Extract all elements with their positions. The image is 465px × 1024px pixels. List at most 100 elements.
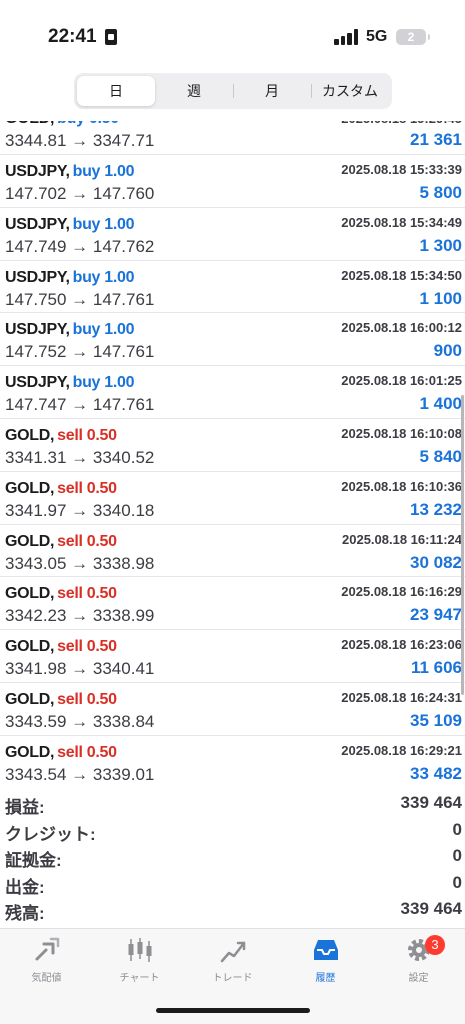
- trade-row[interactable]: GOLD, sell 0.50 2025.08.18 16:24:31 3343.…: [0, 683, 465, 736]
- trade-side: buy 0.50: [57, 115, 119, 127]
- trade-date: 2025.08.18 15:29:45: [341, 115, 462, 126]
- trade-price: 3343.59 → 3338.84: [5, 711, 155, 731]
- tab-label: 履歴: [315, 973, 336, 984]
- tab-chart[interactable]: チャート: [93, 935, 186, 984]
- network-type: 5G: [366, 28, 388, 45]
- trade-row[interactable]: GOLD, sell 0.50 2025.08.18 16:11:24 3343.…: [0, 525, 465, 578]
- tab-month[interactable]: 月: [233, 76, 311, 106]
- trade-row[interactable]: GOLD, sell 0.50 2025.08.18 16:10:36 3341.…: [0, 472, 465, 525]
- trade-side: sell 0.50: [57, 743, 117, 761]
- trade-price: 147.702 → 147.760: [5, 184, 155, 203]
- tab-history[interactable]: 履歴: [279, 935, 372, 984]
- trade-symbol: USDJPY, buy 1.00: [5, 163, 135, 180]
- trade-price: 3343.54 → 3339.01: [5, 764, 155, 784]
- trade-side: sell 0.50: [57, 479, 117, 497]
- summary-row-withdrawal: 出金: 0: [0, 870, 465, 897]
- trade-profit: 35 109: [410, 710, 462, 730]
- tab-label: 設定: [408, 973, 429, 984]
- tab-settings[interactable]: 3 設定: [372, 935, 465, 984]
- trade-symbol: GOLD, sell 0.50: [5, 743, 117, 761]
- trade-profit: 1 100: [419, 288, 462, 308]
- trade-date: 2025.08.18 16:23:06: [341, 637, 462, 653]
- trade-row[interactable]: USDJPY, buy 1.00 2025.08.18 15:34:49 147.…: [0, 208, 465, 261]
- trade-side: sell 0.50: [57, 585, 117, 603]
- summary-label: 出金:: [5, 877, 45, 897]
- tab-custom[interactable]: カスタム: [311, 76, 389, 106]
- account-summary: 損益: 339 464 クレジット: 0 証拠金: 0 出金: 0 残高: 33…: [0, 790, 465, 923]
- trade-side: sell 0.50: [57, 690, 117, 708]
- trade-symbol: GOLD, sell 0.50: [5, 532, 117, 550]
- tab-trade[interactable]: トレード: [186, 935, 279, 984]
- tab-quotes[interactable]: 気配値: [0, 935, 93, 984]
- tab-label: トレード: [212, 973, 253, 984]
- summary-row-profit: 損益: 339 464: [0, 790, 465, 817]
- summary-row-balance: 残高: 339 464: [0, 896, 465, 923]
- trade-date: 2025.08.18 15:34:49: [341, 214, 462, 230]
- tab-week[interactable]: 週: [155, 76, 233, 106]
- scrollbar[interactable]: [461, 395, 464, 695]
- trade-symbol: USDJPY, buy 1.00: [5, 374, 135, 392]
- trade-price: 3342.23 → 3338.99: [5, 606, 155, 626]
- trade-date: 2025.08.18 16:24:31: [341, 689, 462, 705]
- trade-price: 147.749 → 147.762: [5, 236, 155, 256]
- trade-side: buy 1.00: [72, 374, 135, 392]
- summary-label: 残高:: [5, 904, 45, 923]
- trade-row[interactable]: GOLD, buy 0.50 2025.08.18 15:29:45 3344.8…: [0, 115, 465, 155]
- trade-date: 2025.08.18 16:00:12: [341, 320, 462, 336]
- trade-icon: [220, 941, 245, 963]
- trade-profit: 1 400: [419, 394, 462, 414]
- trade-row[interactable]: USDJPY, buy 1.00 2025.08.18 16:00:12 147.…: [0, 313, 465, 367]
- trade-profit: 5 800: [419, 183, 462, 202]
- tab-label: チャート: [119, 973, 160, 984]
- signal-icon: [334, 28, 360, 45]
- trade-date: 2025.08.18 16:01:25: [341, 373, 462, 389]
- trade-price: 3343.05 → 3338.98: [5, 553, 155, 573]
- summary-value: 339 464: [400, 793, 462, 812]
- trade-symbol: GOLD, sell 0.50: [5, 479, 117, 497]
- trade-symbol: USDJPY, buy 1.00: [5, 268, 135, 286]
- trade-side: sell 0.50: [57, 426, 117, 444]
- trade-profit: 33 482: [410, 763, 462, 783]
- trade-profit: 21 361: [410, 130, 462, 149]
- summary-value: 0: [452, 846, 462, 865]
- trade-symbol: GOLD, sell 0.50: [5, 426, 117, 444]
- trade-price: 3341.98 → 3340.41: [5, 659, 155, 679]
- trade-side: buy 1.00: [72, 215, 135, 233]
- trade-date: 2025.08.18 15:33:39: [341, 162, 462, 177]
- summary-value: 339 464: [400, 899, 462, 918]
- history-icon: [313, 940, 338, 960]
- trade-symbol: USDJPY, buy 1.00: [5, 321, 135, 339]
- trade-price: 147.752 → 147.761: [5, 342, 155, 362]
- summary-row-credit: クレジット: 0: [0, 817, 465, 844]
- trade-history-list[interactable]: GOLD, buy 0.50 2025.08.18 15:29:45 3344.8…: [0, 115, 465, 787]
- screen-lock-icon: [105, 29, 117, 45]
- trade-profit: 1 300: [419, 235, 462, 255]
- trade-row[interactable]: USDJPY, buy 1.00 2025.08.18 16:01:25 147.…: [0, 366, 465, 419]
- trade-side: buy 1.00: [72, 163, 135, 180]
- summary-value: 0: [452, 819, 462, 839]
- trade-row[interactable]: GOLD, sell 0.50 2025.08.18 16:16:29 3342.…: [0, 577, 465, 631]
- period-segmented-control: 日 週 月 カスタム: [74, 73, 392, 109]
- summary-value: 0: [452, 872, 462, 892]
- home-indicator: [156, 1008, 310, 1013]
- trade-row[interactable]: GOLD, sell 0.50 2025.08.18 16:10:08 3341.…: [0, 419, 465, 472]
- trade-row[interactable]: GOLD, sell 0.50 2025.08.18 16:29:21 3343.…: [0, 736, 465, 787]
- trade-side: sell 0.50: [57, 638, 117, 656]
- status-bar: 22:41 5G 2: [0, 0, 465, 70]
- summary-label: クレジット:: [5, 824, 96, 844]
- trade-date: 2025.08.18 16:16:29: [341, 584, 462, 600]
- trade-date: 2025.08.18 16:10:36: [341, 478, 462, 494]
- trade-date: 2025.08.18 16:11:24: [342, 531, 462, 547]
- summary-label: 証拠金:: [5, 851, 62, 870]
- trade-price: 3341.97 → 3340.18: [5, 500, 155, 520]
- trade-price: 147.750 → 147.761: [5, 289, 155, 309]
- battery-icon: 2: [396, 29, 430, 45]
- trade-row[interactable]: USDJPY, buy 1.00 2025.08.18 15:33:39 147.…: [0, 155, 465, 208]
- tab-day[interactable]: 日: [77, 76, 155, 106]
- trade-profit: 13 232: [410, 499, 462, 519]
- trade-date: 2025.08.18 15:34:50: [341, 267, 462, 283]
- trade-row[interactable]: GOLD, sell 0.50 2025.08.18 16:23:06 3341.…: [0, 630, 465, 683]
- trade-row[interactable]: USDJPY, buy 1.00 2025.08.18 15:34:50 147.…: [0, 261, 465, 314]
- trade-profit: 30 082: [410, 552, 462, 572]
- trade-side: buy 1.00: [72, 268, 135, 286]
